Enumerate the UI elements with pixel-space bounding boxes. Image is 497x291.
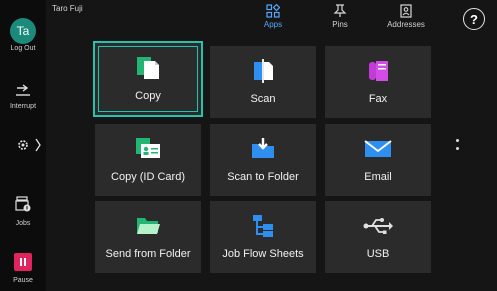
jobs-icon[interactable] [0, 196, 46, 212]
job-flow-icon [210, 213, 316, 239]
email-icon [325, 136, 431, 162]
app-label-copy: Copy [135, 90, 161, 102]
app-label-scan: Scan [250, 93, 276, 105]
settings-gear-icon[interactable] [0, 137, 46, 153]
app-label-scan-to-folder: Scan to Folder [227, 171, 299, 183]
tab-apps[interactable]: Apps [243, 4, 303, 29]
page-dot [456, 139, 459, 142]
tab-apps-label: Apps [263, 20, 283, 29]
app-tile-job-flow-sheets[interactable]: Job Flow Sheets [210, 201, 316, 273]
send-from-folder-icon [95, 213, 201, 239]
logout-label[interactable]: Log Out [0, 45, 46, 52]
interrupt-label[interactable]: Interrupt [0, 103, 46, 110]
pin-icon [310, 4, 370, 18]
address-book-icon [376, 4, 436, 18]
help-button[interactable]: ? [463, 8, 485, 30]
tab-addresses-label: Addresses [387, 20, 425, 29]
left-rail: Ta Log Out Interrupt Jobs Pause [0, 0, 46, 291]
tab-pins-label: Pins [332, 20, 348, 29]
tab-pins[interactable]: Pins [310, 4, 370, 29]
app-label-send-from-folder: Send from Folder [105, 248, 191, 260]
app-tile-fax[interactable]: Fax [325, 46, 431, 118]
pause-label[interactable]: Pause [0, 277, 46, 284]
app-label-email: Email [364, 171, 392, 183]
scan-to-folder-icon [210, 136, 316, 162]
pause-icon[interactable] [0, 253, 46, 271]
scan-icon [210, 58, 316, 84]
tab-addresses[interactable]: Addresses [376, 4, 436, 29]
app-label-job-flow-sheets: Job Flow Sheets [222, 248, 304, 260]
interrupt-icon[interactable] [0, 84, 46, 98]
user-name: Taro Fuji [52, 4, 83, 13]
id-card-copy-icon [95, 136, 201, 162]
app-label-copy-id-card: Copy (ID Card) [111, 171, 185, 183]
app-tile-copy-id-card[interactable]: Copy (ID Card) [95, 124, 201, 196]
apps-grid-icon [243, 4, 303, 18]
jobs-label[interactable]: Jobs [0, 220, 46, 227]
user-avatar[interactable]: Ta [10, 18, 36, 44]
app-tile-send-from-folder[interactable]: Send from Folder [95, 201, 201, 273]
app-tile-usb[interactable]: USB [325, 201, 431, 273]
usb-icon [325, 213, 431, 239]
page-indicator[interactable] [456, 139, 460, 155]
app-label-usb: USB [366, 248, 390, 260]
app-tile-scan-to-folder[interactable]: Scan to Folder [210, 124, 316, 196]
copy-icon [95, 55, 201, 81]
page-dot [456, 147, 459, 150]
app-tile-email[interactable]: Email [325, 124, 431, 196]
fax-icon [325, 58, 431, 84]
app-label-fax: Fax [368, 93, 388, 105]
app-tile-scan[interactable]: Scan [210, 46, 316, 118]
app-tile-copy[interactable]: Copy [93, 41, 203, 117]
